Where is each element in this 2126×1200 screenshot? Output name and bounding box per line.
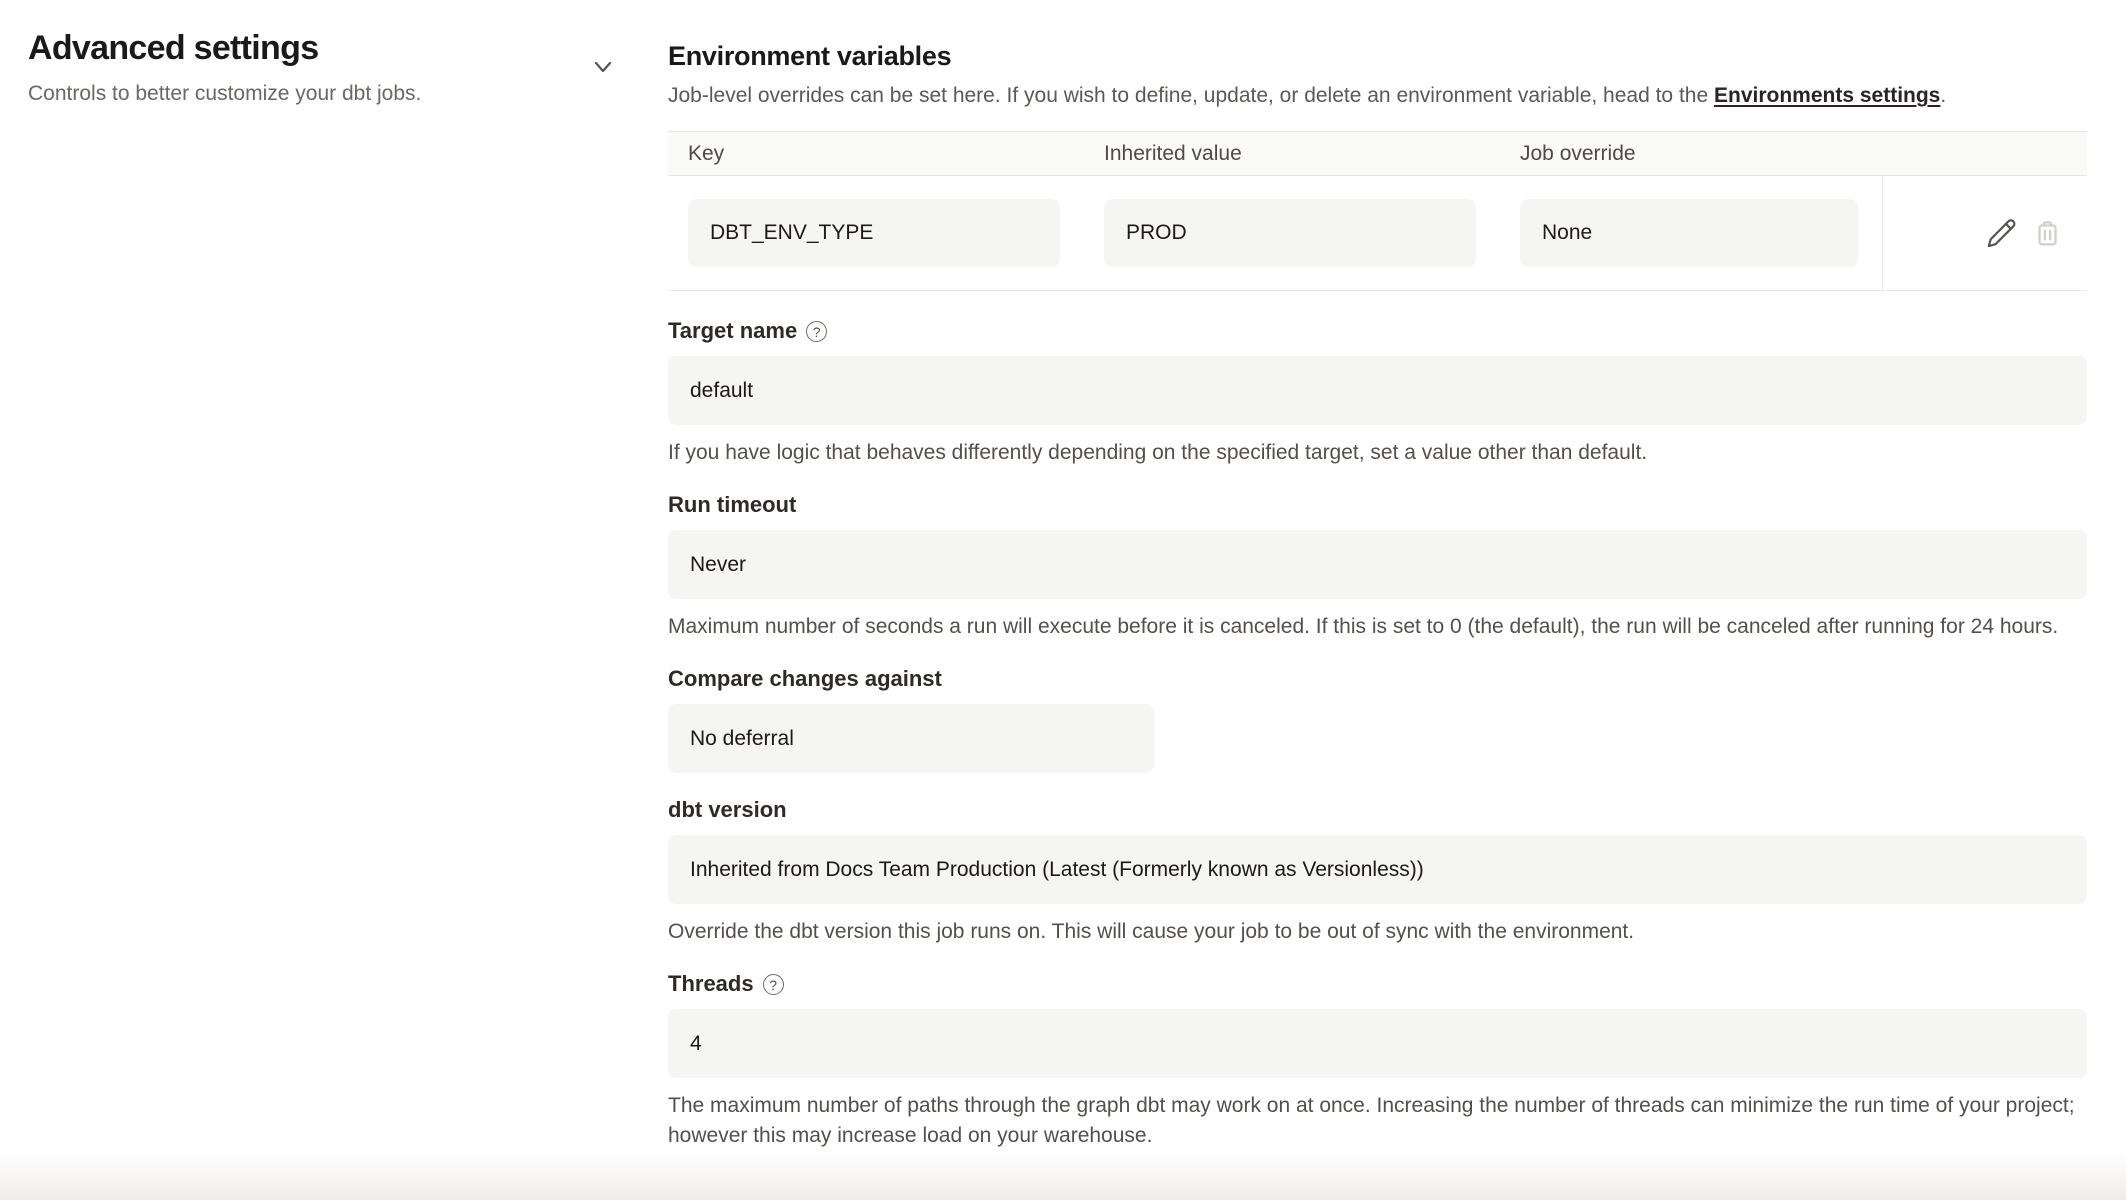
page-title: Advanced settings [28, 28, 568, 68]
run-timeout-label-row: Run timeout [668, 492, 796, 518]
env-vars-table-header: Key Inherited value Job override [668, 132, 2087, 176]
edit-env-var-button[interactable] [1985, 217, 2018, 250]
env-var-job-override-cell: None [1520, 199, 1858, 267]
compare-changes-select[interactable]: No deferral [668, 704, 1154, 773]
column-header-job-override: Job override [1500, 142, 1882, 166]
environments-settings-link[interactable]: Environments settings [1714, 84, 1940, 107]
target-name-label-row: Target name ? [668, 318, 827, 344]
pencil-icon [1985, 217, 2018, 250]
column-header-inherited-value: Inherited value [1084, 142, 1500, 166]
compare-changes-label: Compare changes against [668, 666, 942, 692]
target-name-input[interactable]: default [668, 356, 2087, 425]
env-vars-table: Key Inherited value Job override DBT_ENV… [668, 131, 2087, 291]
env-vars-description-text: Job-level overrides can be set here. If … [668, 84, 1714, 107]
threads-label: Threads [668, 971, 754, 997]
threads-helper: The maximum number of paths through the … [668, 1091, 2087, 1151]
field-dbt-version: dbt version Inherited from Docs Team Pro… [668, 797, 2087, 947]
target-name-helper: If you have logic that behaves different… [668, 438, 2087, 468]
scroll-fade [0, 1152, 2126, 1200]
dbt-version-label-row: dbt version [668, 797, 787, 823]
question-circle-icon[interactable]: ? [763, 974, 784, 995]
field-compare-changes: Compare changes against No deferral [668, 666, 2087, 773]
env-vars-title: Environment variables [668, 40, 2087, 72]
table-row: DBT_ENV_TYPE PROD None [668, 176, 2087, 291]
run-timeout-input[interactable]: Never [668, 530, 2087, 599]
row-actions [1882, 176, 2087, 290]
column-header-key: Key [668, 142, 1084, 166]
question-circle-icon[interactable]: ? [806, 321, 827, 342]
threads-label-row: Threads ? [668, 971, 784, 997]
advanced-settings-panel: Environment variables Job-level override… [668, 0, 2087, 1151]
chevron-down-icon [588, 52, 618, 82]
target-name-label: Target name [668, 318, 797, 344]
field-run-timeout: Run timeout Never Maximum number of seco… [668, 492, 2087, 642]
dbt-version-label: dbt version [668, 797, 787, 823]
trash-icon [2032, 218, 2063, 249]
env-vars-description-period: . [1940, 84, 1946, 107]
collapse-section-button[interactable] [586, 50, 620, 84]
run-timeout-helper: Maximum number of seconds a run will exe… [668, 612, 2087, 642]
threads-input[interactable]: 4 [668, 1009, 2087, 1078]
env-var-key-cell: DBT_ENV_TYPE [688, 199, 1060, 267]
field-threads: Threads ? 4 The maximum number of paths … [668, 971, 2087, 1151]
env-vars-description: Job-level overrides can be set here. If … [668, 82, 2087, 110]
delete-env-var-button[interactable] [2032, 218, 2063, 249]
run-timeout-label: Run timeout [668, 492, 796, 518]
compare-changes-label-row: Compare changes against [668, 666, 942, 692]
page-subtitle: Controls to better customize your dbt jo… [28, 81, 568, 107]
advanced-settings-summary: Advanced settings Controls to better cus… [28, 28, 568, 107]
env-var-inherited-value-cell: PROD [1104, 199, 1476, 267]
dbt-version-helper: Override the dbt version this job runs o… [668, 917, 2087, 947]
field-target-name: Target name ? default If you have logic … [668, 318, 2087, 468]
dbt-version-select[interactable]: Inherited from Docs Team Production (Lat… [668, 835, 2087, 904]
